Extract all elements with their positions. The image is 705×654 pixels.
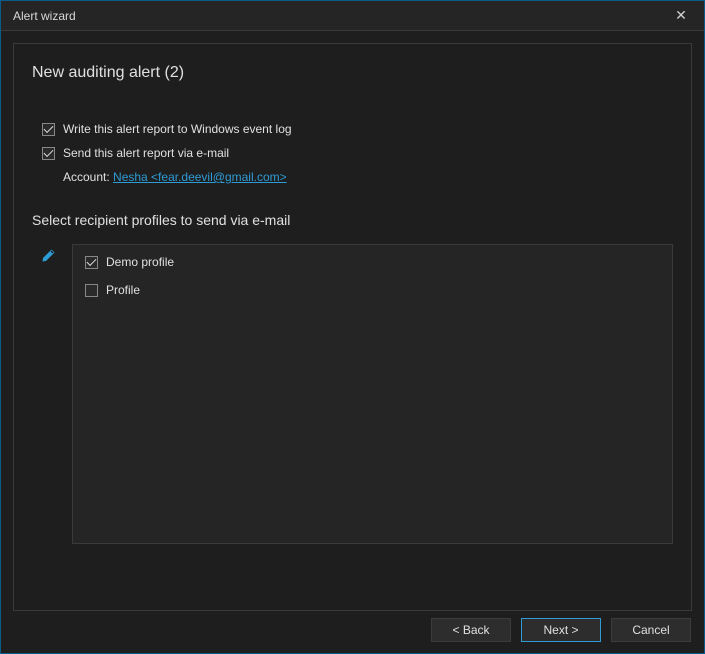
profiles-section-title: Select recipient profiles to send via e-… xyxy=(32,212,673,228)
checkbox-write-event-log[interactable] xyxy=(42,123,55,136)
button-bar: < Back Next > Cancel xyxy=(0,608,705,654)
close-icon: ✕ xyxy=(675,7,687,24)
account-link[interactable]: Nesha <fear.deevil@gmail.com> xyxy=(113,170,287,184)
label-profile-demo: Demo profile xyxy=(106,255,174,269)
pencil-icon[interactable] xyxy=(40,248,56,264)
page-title: New auditing alert (2) xyxy=(32,64,673,82)
window-title: Alert wizard xyxy=(13,9,76,23)
titlebar: Alert wizard ✕ xyxy=(1,1,704,31)
checkbox-profile-profile[interactable] xyxy=(85,284,98,297)
checkbox-send-email[interactable] xyxy=(42,147,55,160)
content-frame: New auditing alert (2) Write this alert … xyxy=(13,43,692,611)
checkbox-profile-demo[interactable] xyxy=(85,256,98,269)
account-label: Account: xyxy=(63,170,113,184)
option-write-event-log: Write this alert report to Windows event… xyxy=(42,122,673,136)
edit-icon-column xyxy=(32,244,72,267)
profiles-area: Demo profile Profile xyxy=(32,244,673,544)
label-write-event-log: Write this alert report to Windows event… xyxy=(63,122,292,136)
profile-item-profile: Profile xyxy=(85,283,660,297)
back-button[interactable]: < Back xyxy=(431,618,511,642)
cancel-button[interactable]: Cancel xyxy=(611,618,691,642)
account-row: Account: Nesha <fear.deevil@gmail.com> xyxy=(63,170,673,184)
profile-item-demo: Demo profile xyxy=(85,255,660,269)
close-button[interactable]: ✕ xyxy=(666,3,696,29)
label-profile-profile: Profile xyxy=(106,283,140,297)
label-send-email: Send this alert report via e-mail xyxy=(63,146,229,160)
profiles-list: Demo profile Profile xyxy=(72,244,673,544)
next-button[interactable]: Next > xyxy=(521,618,601,642)
option-send-email: Send this alert report via e-mail xyxy=(42,146,673,160)
